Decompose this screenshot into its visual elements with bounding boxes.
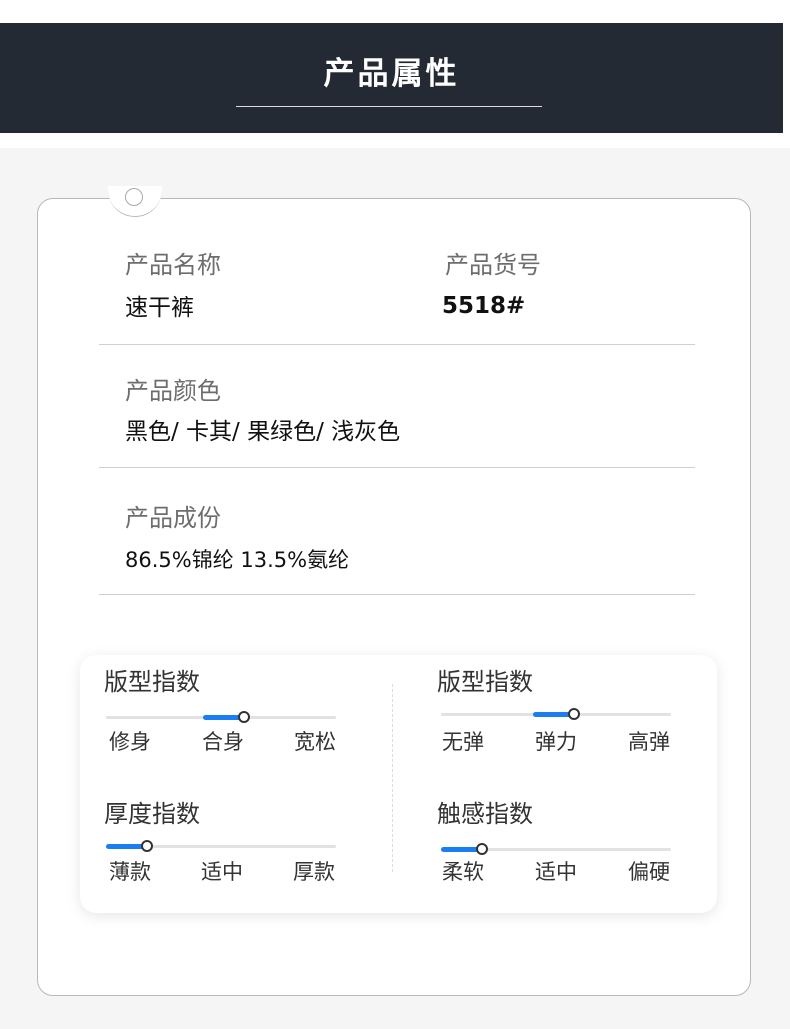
- fit-option-loose: 宽松: [294, 730, 336, 754]
- product-color-value: 黑色/ 卡其/ 果绿色/ 浅灰色: [125, 419, 401, 445]
- product-material-value: 86.5%锦纶 13.5%氨纶: [125, 548, 350, 572]
- divider: [99, 344, 695, 345]
- product-sku-label: 产品货号: [445, 251, 541, 279]
- product-name-label: 产品名称: [125, 251, 221, 279]
- divider: [99, 467, 695, 468]
- thickness-index-track: [106, 840, 336, 852]
- elasticity-index-track: [441, 708, 671, 720]
- thickness-option-thin: 薄款: [109, 860, 151, 884]
- touch-option-firm: 偏硬: [628, 860, 670, 884]
- touch-option-soft: 柔软: [442, 860, 484, 884]
- elasticity-option-none: 无弹: [442, 730, 484, 754]
- thickness-option-thick: 厚款: [293, 860, 335, 884]
- elasticity-option-stretch: 弹力: [535, 730, 577, 754]
- fit-index-title: 版型指数: [104, 668, 200, 696]
- title-underline: [236, 106, 542, 107]
- touch-index-track: [441, 843, 671, 855]
- divider: [99, 594, 695, 595]
- fit-index-track: [106, 711, 336, 723]
- fit-index-knob: [238, 711, 250, 723]
- product-name-value: 速干裤: [125, 295, 194, 321]
- product-material-label: 产品成份: [125, 504, 221, 532]
- page-title: 产品属性: [323, 56, 460, 92]
- fit-option-regular: 合身: [202, 730, 244, 754]
- product-color-label: 产品颜色: [125, 377, 221, 405]
- elasticity-index-title: 版型指数: [437, 668, 533, 696]
- thickness-index-title: 厚度指数: [104, 800, 200, 828]
- fit-option-slim: 修身: [109, 730, 151, 754]
- thickness-option-medium: 适中: [201, 860, 243, 884]
- elasticity-option-high: 高弹: [628, 730, 670, 754]
- touch-index-title: 触感指数: [437, 800, 533, 828]
- product-sku-value: 5518#: [442, 293, 526, 319]
- column-divider: [392, 684, 393, 872]
- touch-option-medium: 适中: [535, 860, 577, 884]
- hang-hole-icon: [125, 188, 143, 206]
